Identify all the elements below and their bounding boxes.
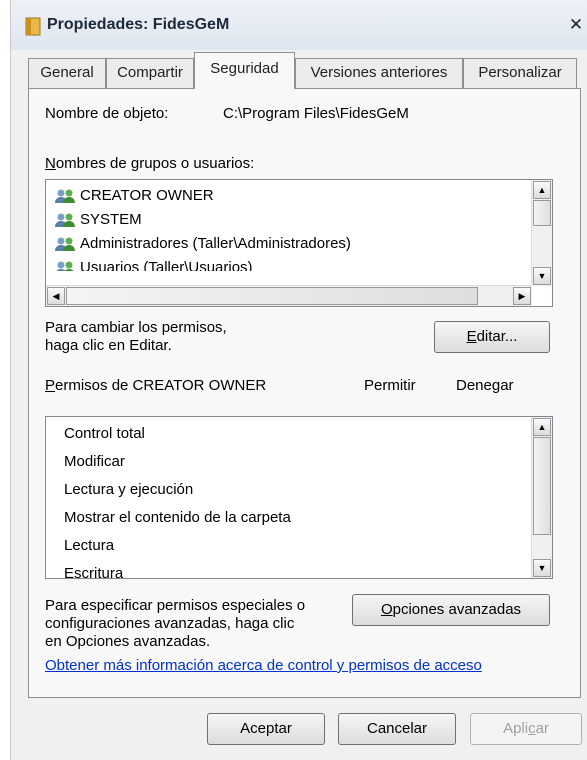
scroll-up-icon[interactable]: ▲ [533,418,551,436]
tab-general[interactable]: General [28,58,106,88]
advanced-options-button[interactable]: Opciones avanzadas [352,594,550,626]
apply-label-pre: Apli [503,720,529,737]
object-name-value: C:\Program Files\FidesGeM [223,105,409,122]
tab-personalizar[interactable]: Personalizar [463,58,577,88]
permissions-label-text: ermisos de CREATOR OWNER [55,377,267,394]
special-hint-line1: Para especificar permisos especiales o [45,597,306,614]
allow-column-header: Permitir [364,377,416,394]
user-name: CREATOR OWNER [80,187,214,204]
permissions-vertical-scrollbar[interactable]: ▲ ▼ [531,417,552,578]
users-icon [56,261,74,271]
title-bar[interactable]: Propiedades: FidesGeM ✕ [11,0,587,50]
tab-strip: General Compartir Seguridad Versiones an… [11,50,587,90]
scroll-down-icon[interactable]: ▼ [533,267,551,285]
user-name: Administradores (Taller\Administradores) [80,235,351,252]
scroll-thumb-horizontal[interactable] [66,287,478,305]
groups-label-accelerator: N [45,155,56,172]
user-name: SYSTEM [80,211,142,228]
tab-seguridad[interactable]: Seguridad [194,52,295,89]
permissions-label-accelerator: P [45,377,56,394]
close-button[interactable]: ✕ [564,14,587,36]
special-hint-line3: en Opciones avanzadas. [45,633,211,650]
security-panel: Nombre de objeto: C:\Program Files\Fides… [28,88,581,698]
list-item[interactable]: Usuarios (Taller\Usuarios) [46,256,532,271]
tab-versiones-anteriores[interactable]: Versiones anteriores [295,58,463,88]
permissions-label: Permisos de CREATOR OWNER [45,377,266,394]
groups-label-text: ombres de grupos o usuarios: [55,155,255,172]
groups-label: Nombres de grupos o usuarios: [45,155,254,172]
users-listbox[interactable]: CREATOR OWNER SYSTEM Administradores (Ta… [45,179,553,307]
scroll-up-icon[interactable]: ▲ [533,181,551,199]
scroll-right-icon[interactable]: ▶ [513,287,531,305]
users-horizontal-scrollbar[interactable]: ◀ ▶ [46,285,532,306]
users-icon [55,237,75,251]
list-item[interactable]: SYSTEM [46,208,532,232]
scroll-left-icon[interactable]: ◀ [47,287,65,305]
window-title: Propiedades: FidesGeM [47,16,230,33]
edit-button[interactable]: Editar... [434,321,550,353]
scroll-thumb[interactable] [533,200,551,226]
tab-compartir[interactable]: Compartir [106,58,194,88]
scroll-down-icon[interactable]: ▼ [533,559,551,577]
edit-button-accelerator: E [466,328,477,345]
permission-row: Control total [64,425,145,442]
permission-row: Escritura [64,565,124,578]
permission-row: Lectura [64,537,115,554]
list-item[interactable]: Administradores (Taller\Administradores) [46,232,532,256]
apply-button[interactable]: Aplicar [470,713,582,745]
users-icon [55,189,75,203]
user-name: Usuarios (Taller\Usuarios) [80,259,253,271]
deny-column-header: Denegar [456,377,514,394]
properties-window: Propiedades: FidesGeM ✕ General Comparti… [10,0,587,760]
permission-row: Modificar [64,453,125,470]
scroll-thumb[interactable] [533,437,551,535]
folder-icon [25,17,41,36]
apply-label-post: ar [535,720,549,737]
permission-row: Mostrar el contenido de la carpeta [64,509,291,526]
advanced-button-label: pciones avanzadas [392,601,522,618]
access-control-help-link[interactable]: Obtener más información acerca de contro… [45,657,482,674]
edit-button-label: ditar... [476,328,518,345]
apply-label-accelerator: c [528,720,536,737]
advanced-button-accelerator: O [380,601,393,618]
change-hint-line2: haga clic en Editar. [45,337,172,354]
ok-button[interactable]: Aceptar [207,713,325,745]
users-icon [55,213,75,227]
change-hint-line1: Para cambiar los permisos, [45,319,227,336]
object-name-label: Nombre de objeto: [45,105,169,122]
users-vertical-scrollbar[interactable]: ▲ ▼ [531,180,552,286]
special-hint-line2: configuraciones avanzadas, haga clic [45,615,295,632]
cancel-button[interactable]: Cancelar [338,713,456,745]
permission-row: Lectura y ejecución [64,481,194,498]
list-item[interactable]: CREATOR OWNER [46,184,532,208]
permissions-listbox[interactable]: Control total Modificar Lectura y ejecuc… [45,416,553,579]
